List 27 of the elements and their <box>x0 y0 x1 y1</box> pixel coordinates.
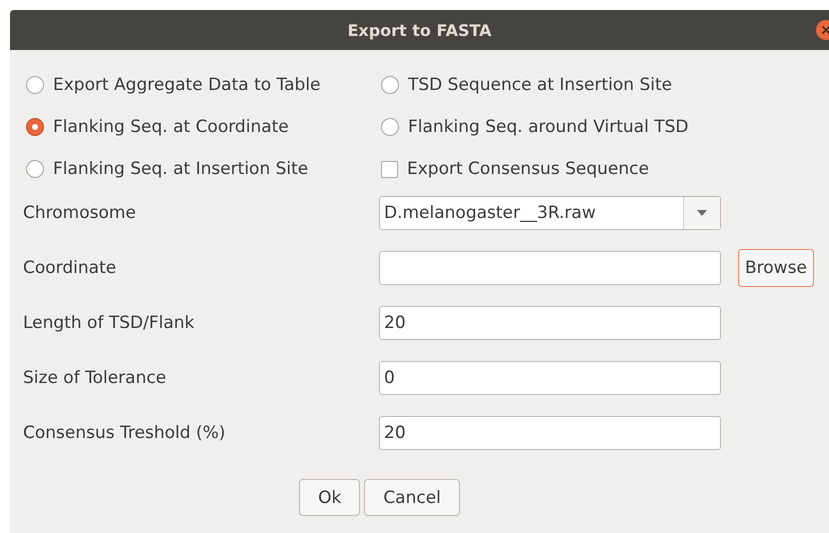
dialog-button[interactable]: Cancel <box>364 479 460 516</box>
option-label[interactable]: Flanking Seq. at Coordinate <box>53 117 289 137</box>
option-label[interactable]: TSD Sequence at Insertion Site <box>408 75 672 95</box>
field-label: Length of TSD/Flank <box>23 313 196 333</box>
radio-button[interactable] <box>26 76 44 94</box>
radio-button[interactable] <box>26 160 44 178</box>
radio-button[interactable] <box>381 76 399 94</box>
input-field[interactable]: 20 <box>379 306 721 340</box>
dialog-button[interactable]: Ok <box>299 479 360 516</box>
radio-button[interactable] <box>26 118 44 136</box>
input-field[interactable]: 20 <box>379 416 721 450</box>
checkbox[interactable] <box>381 160 398 178</box>
option-label[interactable]: Export Aggregate Data to Table <box>53 75 321 95</box>
option-label[interactable]: Export Consensus Sequence <box>407 159 649 179</box>
field-label: Size of Tolerance <box>23 368 168 388</box>
option-label[interactable]: Flanking Seq. around Virtual TSD <box>408 117 688 137</box>
field-label: Coordinate <box>23 258 118 278</box>
input-field[interactable] <box>379 251 721 285</box>
window-title: Export to FASTA <box>347 20 492 40</box>
dropdown-arrow-icon <box>697 210 707 216</box>
radio-button[interactable] <box>381 118 399 136</box>
field-label: Chromosome <box>23 203 137 223</box>
input-field[interactable]: 0 <box>379 361 721 395</box>
browse-button[interactable]: Browse <box>738 249 814 287</box>
chromosome-dropdown[interactable]: D.melanogaster__3R.raw <box>379 196 721 230</box>
field-label: Consensus Treshold (%) <box>23 423 226 443</box>
option-label[interactable]: Flanking Seq. at Insertion Site <box>53 159 308 179</box>
